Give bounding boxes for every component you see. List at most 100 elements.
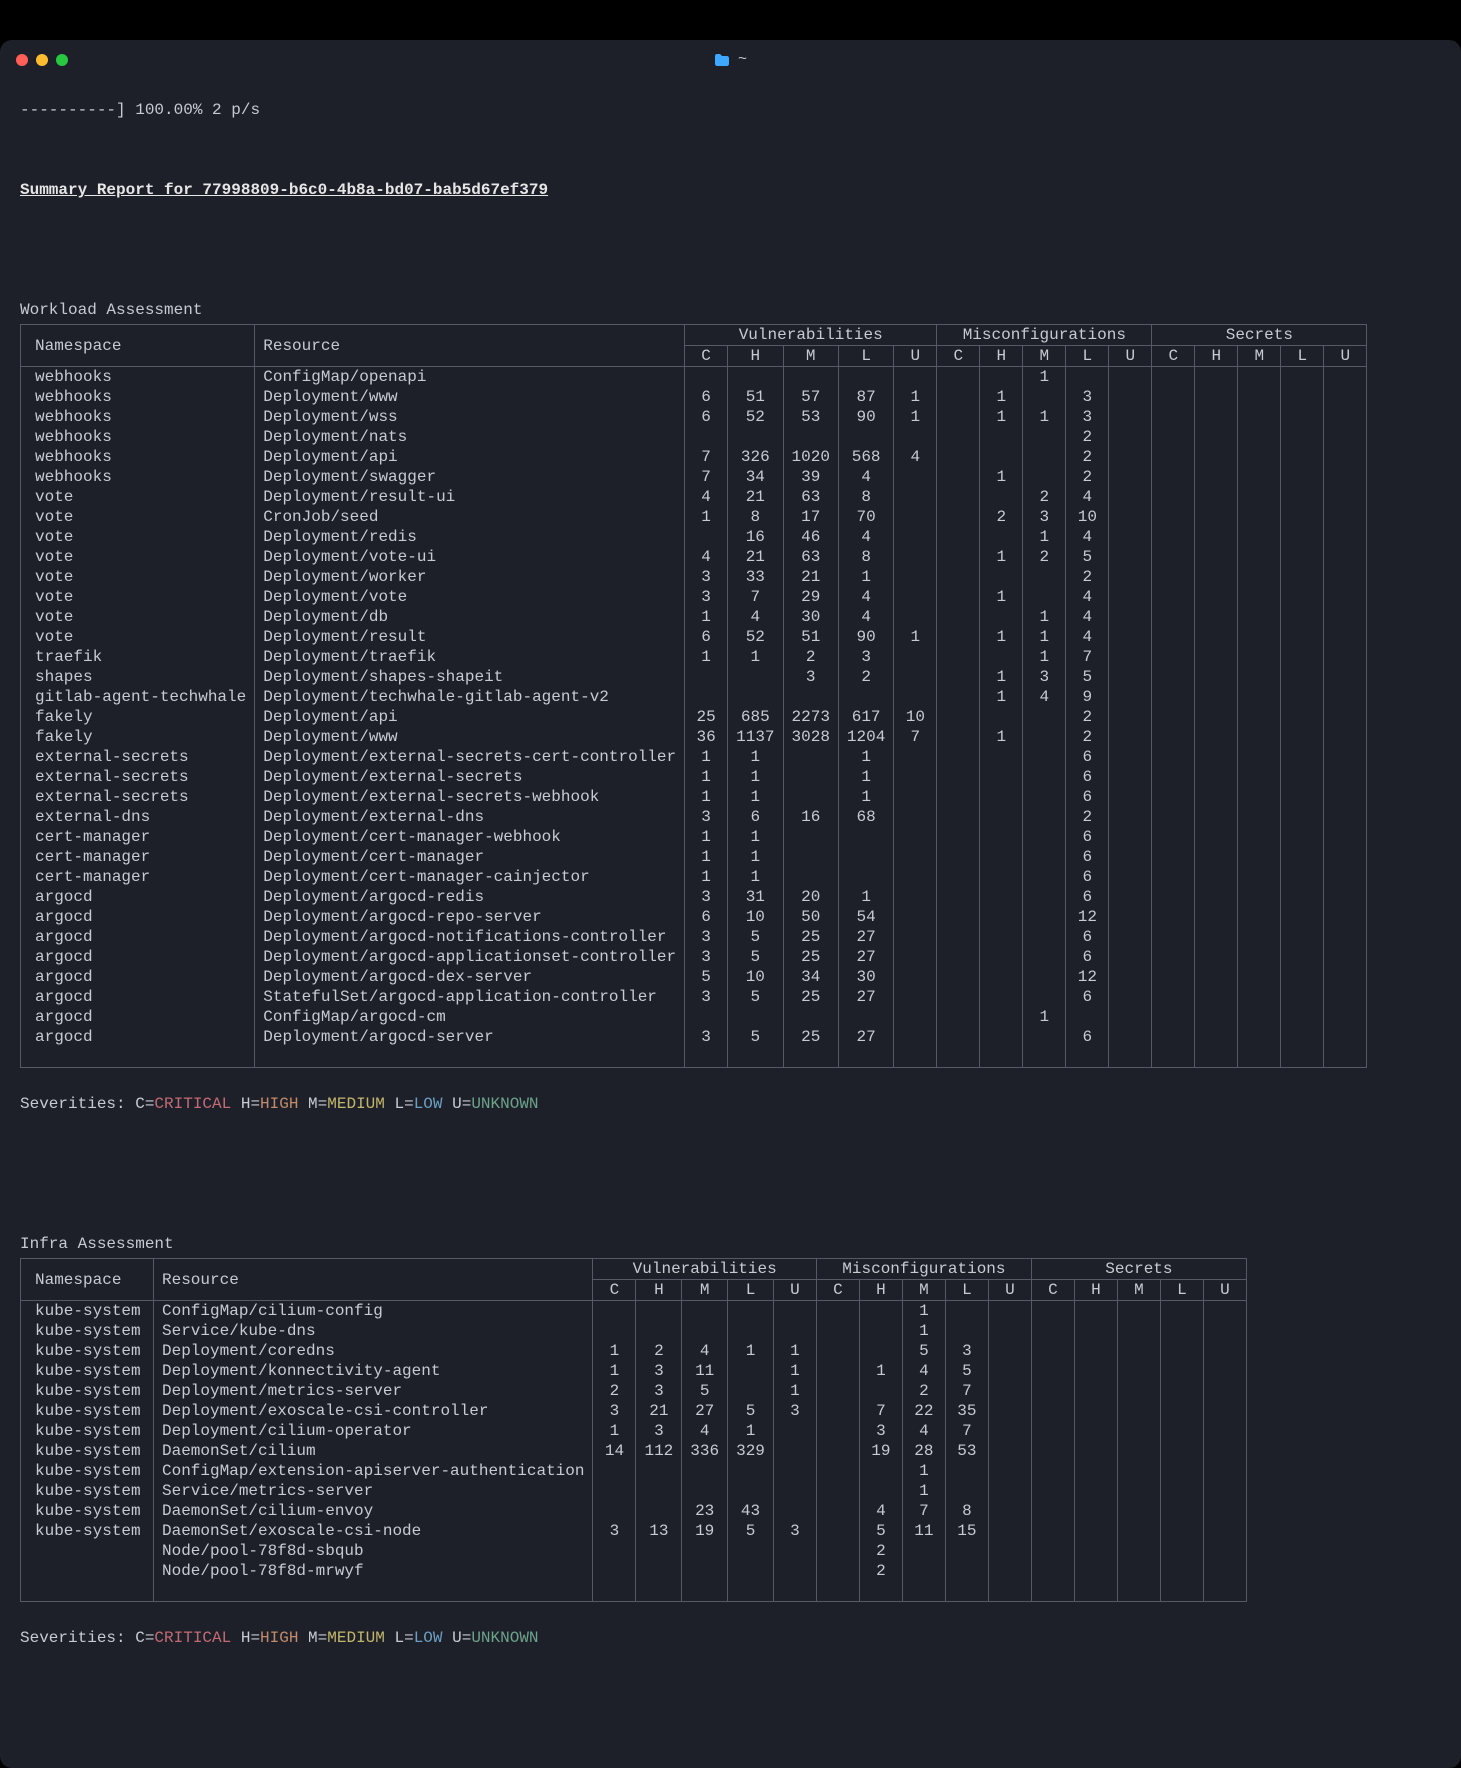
cell-resource: Deployment/coredns <box>154 1341 593 1361</box>
cell-sev: 5 <box>859 1521 902 1541</box>
cell-sev <box>1195 1007 1238 1027</box>
table-row: kube-systemDeployment/exoscale-csi-contr… <box>21 1401 1247 1421</box>
cell-sev <box>1281 527 1324 547</box>
cell-resource: StatefulSet/argocd-application-controlle… <box>255 987 685 1007</box>
cell-sev: 1 <box>980 587 1023 607</box>
cell-sev <box>988 1481 1031 1501</box>
table-row: voteDeployment/vote-ui421638125 <box>21 547 1367 567</box>
col-sev-l: L <box>1160 1280 1203 1301</box>
table-row: gitlab-agent-techwhaleDeployment/techwha… <box>21 687 1367 707</box>
table-row: shapesDeployment/shapes-shapeit32135 <box>21 667 1367 687</box>
col-sev-c: C <box>1031 1280 1074 1301</box>
cell-sev <box>1281 927 1324 947</box>
cell-sev <box>1152 627 1195 647</box>
cell-sev: 2 <box>1023 547 1066 567</box>
cell-sev <box>1117 1481 1160 1501</box>
col-sev-h: H <box>1195 346 1238 367</box>
cell-sev: 1 <box>1023 527 1066 547</box>
cell-sev <box>894 607 937 627</box>
cell-sev <box>1152 1027 1195 1047</box>
cell-sev <box>1023 907 1066 927</box>
cell-sev: 6 <box>685 407 728 427</box>
cell-sev <box>1195 587 1238 607</box>
cell-resource: Deployment/external-dns <box>255 807 685 827</box>
cell-sev <box>1281 807 1324 827</box>
cell-sev <box>894 967 937 987</box>
cell-sev <box>1281 427 1324 447</box>
cell-sev <box>682 1481 728 1501</box>
cell-sev <box>1238 967 1281 987</box>
cell-sev: 2 <box>1066 707 1109 727</box>
cell-sev: 10 <box>728 967 783 987</box>
cell-sev <box>980 807 1023 827</box>
col-sev-m: M <box>783 346 838 367</box>
table-row: voteDeployment/result-ui42163824 <box>21 487 1367 507</box>
cell-sev <box>1195 787 1238 807</box>
folder-icon <box>714 53 730 67</box>
cell-sev <box>1281 367 1324 388</box>
table-row: kube-systemDeployment/konnectivity-agent… <box>21 1361 1247 1381</box>
cell-sev <box>1152 747 1195 767</box>
cell-sev <box>894 867 937 887</box>
cell-namespace: fakely <box>21 727 255 747</box>
cell-sev: 1 <box>980 467 1023 487</box>
cell-sev: 1 <box>593 1361 636 1381</box>
cell-sev <box>937 407 980 427</box>
cell-sev: 27 <box>838 947 893 967</box>
cell-resource: Deployment/worker <box>255 567 685 587</box>
cell-sev <box>593 1561 636 1581</box>
cell-sev <box>685 367 728 388</box>
title-bar[interactable]: ~ <box>0 40 1461 80</box>
cell-sev: 1 <box>685 847 728 867</box>
cell-sev <box>1238 1027 1281 1047</box>
cell-namespace: vote <box>21 547 255 567</box>
cell-sev: 685 <box>728 707 783 727</box>
cell-namespace: external-dns <box>21 807 255 827</box>
cell-sev: 1 <box>1023 647 1066 667</box>
cell-sev: 2 <box>1066 727 1109 747</box>
cell-sev <box>937 667 980 687</box>
cell-sev <box>1117 1461 1160 1481</box>
cell-sev <box>1074 1301 1117 1322</box>
cell-sev <box>1238 527 1281 547</box>
cell-sev <box>902 1541 945 1561</box>
table-row: fakelyDeployment/www36113730281204712 <box>21 727 1367 747</box>
cell-namespace: vote <box>21 627 255 647</box>
cell-sev <box>902 1561 945 1581</box>
cell-namespace: argocd <box>21 887 255 907</box>
cell-sev <box>728 427 783 447</box>
cell-sev <box>1023 927 1066 947</box>
cell-sev <box>838 427 893 447</box>
cell-sev <box>894 467 937 487</box>
cell-sev: 6 <box>1066 827 1109 847</box>
table-row: external-secretsDeployment/external-secr… <box>21 787 1367 807</box>
cell-sev <box>894 927 937 947</box>
cell-sev <box>1238 627 1281 647</box>
cell-sev <box>1238 727 1281 747</box>
cell-sev <box>816 1521 859 1541</box>
cell-sev <box>1324 767 1367 787</box>
cell-sev: 2 <box>1066 567 1109 587</box>
cell-sev <box>1109 647 1152 667</box>
cell-sev: 3 <box>685 947 728 967</box>
table-row: kube-systemConfigMap/extension-apiserver… <box>21 1461 1247 1481</box>
cell-sev <box>1023 827 1066 847</box>
cell-sev <box>1152 687 1195 707</box>
cell-namespace: kube-system <box>21 1441 154 1461</box>
cell-sev <box>1238 767 1281 787</box>
cell-sev: 336 <box>682 1441 728 1461</box>
cell-sev <box>1117 1541 1160 1561</box>
cell-sev: 25 <box>783 927 838 947</box>
cell-resource: Deployment/vote <box>255 587 685 607</box>
cell-sev <box>1238 367 1281 388</box>
cell-sev <box>838 867 893 887</box>
cell-sev <box>1031 1421 1074 1441</box>
cell-namespace: vote <box>21 587 255 607</box>
cell-sev: 1 <box>980 387 1023 407</box>
cell-sev <box>894 647 937 667</box>
cell-sev: 1 <box>894 627 937 647</box>
cell-namespace: cert-manager <box>21 827 255 847</box>
cell-sev <box>937 387 980 407</box>
cell-sev <box>894 687 937 707</box>
cell-namespace: argocd <box>21 967 255 987</box>
